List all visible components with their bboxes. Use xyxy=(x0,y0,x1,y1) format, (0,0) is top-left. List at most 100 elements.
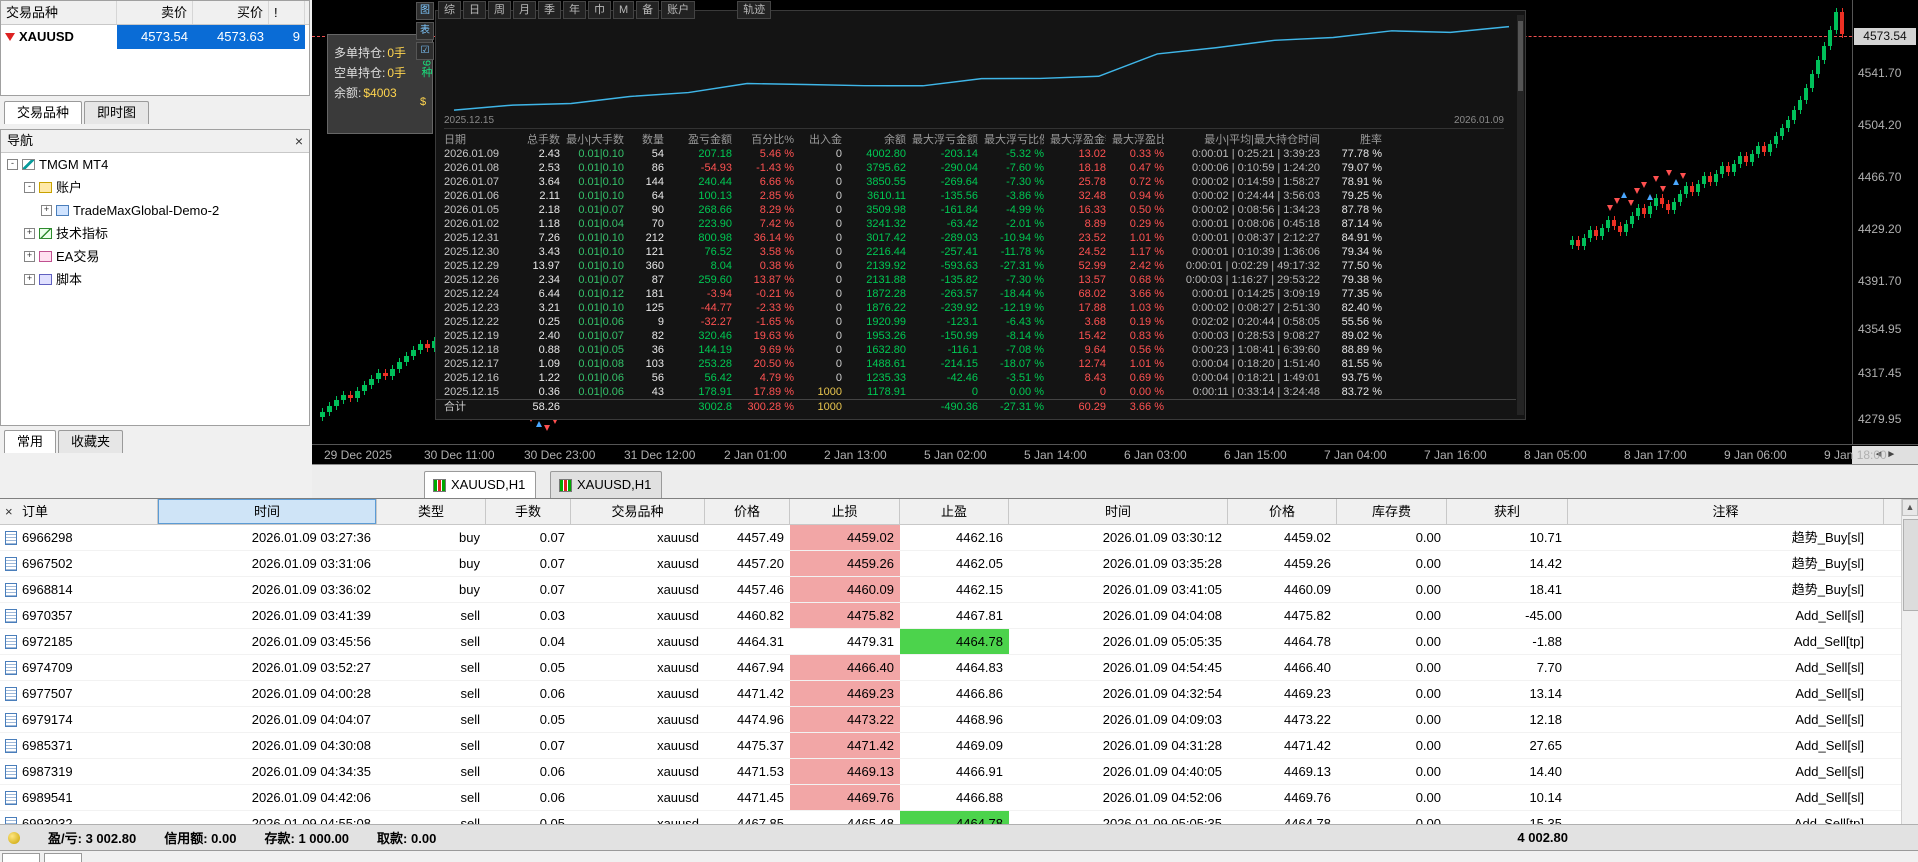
orders-header-10[interactable]: 库存费 xyxy=(1337,499,1447,524)
chart-tab-0[interactable]: XAUUSD,H1 xyxy=(424,471,537,498)
toolbar-button-3[interactable]: 月 xyxy=(513,1,536,19)
expand-toggle[interactable]: - xyxy=(24,182,35,193)
symbol-cell: xauusd xyxy=(657,738,699,753)
toolbar-button-4[interactable]: 季 xyxy=(538,1,561,19)
stats-cell: -5.32 % xyxy=(1006,148,1044,160)
tree-item-label: EA交易 xyxy=(56,249,100,264)
orders-header-2[interactable]: 类型 xyxy=(377,499,486,524)
market-watch-row[interactable]: XAUUSD 4573.54 4573.63 9 xyxy=(1,25,309,49)
side-button-2[interactable]: ☑ xyxy=(416,42,434,60)
price-axis[interactable]: 4573.54 4541.70 4504.20 4466.70 4429.20 4391… xyxy=(1852,0,1918,444)
stats-cell: 1876.22 xyxy=(866,302,906,314)
terminal-tab-stub[interactable] xyxy=(44,853,82,862)
side-button-1[interactable]: 表 xyxy=(416,22,434,40)
order-id: 6985371 xyxy=(22,738,73,753)
close-time-cell: 2026.01.09 04:32:54 xyxy=(1102,686,1222,701)
terminal-tab-stub[interactable] xyxy=(2,853,40,862)
chart-tab-1[interactable]: XAUUSD,H1 xyxy=(550,471,663,498)
expand-toggle[interactable]: + xyxy=(41,205,52,216)
orders-header-8[interactable]: 时间 xyxy=(1009,499,1228,524)
order-id-cell: 6989541 xyxy=(0,785,158,810)
sidebar-item-chart[interactable]: - TMGM MT4 xyxy=(1,153,309,176)
overlay-scrollbar[interactable] xyxy=(1517,15,1524,415)
orders-header-11[interactable]: 获利 xyxy=(1447,499,1568,524)
sidebar-item-ea[interactable]: + EA交易 xyxy=(1,245,309,268)
mw-header-cell[interactable]: ! xyxy=(269,1,305,24)
tab-market-watch-1[interactable]: 即时图 xyxy=(84,101,150,124)
table-row[interactable]: 6979174 2026.01.09 04:04:07 sell 0.05 xauusd… xyxy=(0,707,1918,733)
orders-scrollbar[interactable]: ▲ xyxy=(1901,499,1918,824)
orders-header-7[interactable]: 止盈 xyxy=(900,499,1009,524)
stats-cell: 56.42 xyxy=(704,372,732,384)
stats-row: 2025.12.18 0.88 0.01|0.05 36 144.19 9.69 % 0 16… xyxy=(436,343,1516,357)
stats-cell: 82.40 % xyxy=(1341,302,1382,314)
open-price-cell: 4457.49 xyxy=(737,530,784,545)
toolbar-button-2[interactable]: 周 xyxy=(488,1,511,19)
stats-cell: 9 xyxy=(657,316,664,328)
stats-cell: 0:00:06 | 0:10:59 | 1:24:20 xyxy=(1191,162,1320,174)
stats-cell: 17.88 xyxy=(1078,302,1106,314)
sidebar-item-indicator[interactable]: + 技术指标 xyxy=(1,222,309,245)
mw-header-cell[interactable]: 卖价 xyxy=(117,1,193,24)
close-price-cell: 4469.76 xyxy=(1284,790,1331,805)
price-tick: 4279.95 xyxy=(1858,412,1902,426)
table-row[interactable]: 6989541 2026.01.09 04:42:06 sell 0.06 xauusd… xyxy=(0,785,1918,811)
sidebar-item-folder[interactable]: - 账户 xyxy=(1,176,309,199)
table-row[interactable]: 6972185 2026.01.09 03:45:56 sell 0.04 xauusd… xyxy=(0,629,1918,655)
tab-common-0[interactable]: 常用 xyxy=(4,430,57,453)
toolbar-button-0[interactable]: 综 xyxy=(438,1,461,19)
table-row[interactable]: 6974709 2026.01.09 03:52:27 sell 0.05 xauusd… xyxy=(0,655,1918,681)
orders-header-12[interactable]: 注释 xyxy=(1568,499,1884,524)
toolbar-button-7[interactable]: M xyxy=(613,1,635,19)
side-button-0[interactable]: 图 xyxy=(416,2,434,20)
symbol-cell: xauusd xyxy=(657,582,699,597)
table-row[interactable]: 6968814 2026.01.09 03:36:02 buy 0.07 xauusd 4… xyxy=(0,577,1918,603)
table-row[interactable]: 6966298 2026.01.09 03:27:36 buy 0.07 xauusd 4… xyxy=(0,525,1918,551)
toolbar-button-5[interactable]: 年 xyxy=(563,1,586,19)
sidebar-item-account[interactable]: + TradeMaxGlobal-Demo-2 xyxy=(1,199,309,222)
open-time-cell: 2026.01.09 03:45:56 xyxy=(251,634,371,649)
orders-header-1[interactable]: 时间 xyxy=(158,499,377,524)
toolbar-button-6[interactable]: 巾 xyxy=(588,1,611,19)
orders-header-5[interactable]: 价格 xyxy=(705,499,790,524)
toolbar-button-10[interactable]: 轨迹 xyxy=(737,1,772,19)
table-row[interactable]: 6970357 2026.01.09 03:41:39 sell 0.03 xauusd… xyxy=(0,603,1918,629)
mw-header-cell[interactable]: 交易品种 xyxy=(1,1,117,24)
stats-cell: 0 xyxy=(835,176,842,188)
stats-row: 2025.12.17 1.09 0.01|0.08 103 253.28 20.50 % 0… xyxy=(436,357,1516,371)
expand-toggle[interactable]: + xyxy=(24,274,35,285)
table-row[interactable]: 6977507 2026.01.09 04:00:28 sell 0.06 xauusd… xyxy=(0,681,1918,707)
tab-common-1[interactable]: 收藏夹 xyxy=(58,430,124,453)
toolbar-button-8[interactable]: 备 xyxy=(636,1,660,19)
table-row[interactable]: 6985371 2026.01.09 04:30:08 sell 0.07 xauusd… xyxy=(0,733,1918,759)
sidebar-item-script[interactable]: + 脚本 xyxy=(1,268,309,291)
table-row[interactable]: 6967502 2026.01.09 03:31:06 buy 0.07 xauusd 4… xyxy=(0,551,1918,577)
scroll-thumb[interactable] xyxy=(1903,519,1918,611)
orders-header-0[interactable]: 订单 × xyxy=(0,499,158,524)
type-cell: buy xyxy=(459,556,480,571)
stats-cell: 1.03 % xyxy=(1129,302,1164,314)
tab-market-watch-0[interactable]: 交易品种 xyxy=(4,101,83,124)
mw-header-cell[interactable]: 买价 xyxy=(193,1,269,24)
terminal-close-button[interactable]: × xyxy=(5,499,13,524)
close-price-cell: 4471.42 xyxy=(1284,738,1331,753)
chart-panel[interactable]: 综日周月季年巾 M 备账户 轨迹 图表 ☑ 9种 $ 多单持仓: 0手 空单持仓: 0手 余额:… xyxy=(312,0,1918,498)
scroll-up-arrow[interactable]: ▲ xyxy=(1902,499,1918,516)
expand-toggle[interactable]: - xyxy=(7,159,18,170)
stats-cell: -289.03 xyxy=(940,232,978,244)
time-axis[interactable]: ◄ ► 29 Dec 2025 30 Dec 11:00 30 Dec 23:00 3… xyxy=(312,444,1918,464)
stats-cell: -54.93 xyxy=(700,162,732,174)
orders-header-4[interactable]: 交易品种 xyxy=(571,499,705,524)
expand-toggle[interactable]: + xyxy=(24,251,35,262)
orders-header-3[interactable]: 手数 xyxy=(486,499,571,524)
expand-toggle[interactable]: + xyxy=(24,228,35,239)
navigator-close-button[interactable]: × xyxy=(295,130,303,152)
table-row[interactable]: 6987319 2026.01.09 04:34:35 sell 0.06 xauusd… xyxy=(0,759,1918,785)
toolbar-button-9[interactable]: 账户 xyxy=(661,1,696,19)
toolbar-button-1[interactable]: 日 xyxy=(463,1,486,19)
stats-cell: -263.57 xyxy=(940,288,978,300)
orders-header-9[interactable]: 价格 xyxy=(1228,499,1337,524)
lots-cell: 0.06 xyxy=(539,686,565,701)
comment-cell: Add_Sell[sl] xyxy=(1795,608,1864,623)
orders-header-6[interactable]: 止损 xyxy=(790,499,900,524)
